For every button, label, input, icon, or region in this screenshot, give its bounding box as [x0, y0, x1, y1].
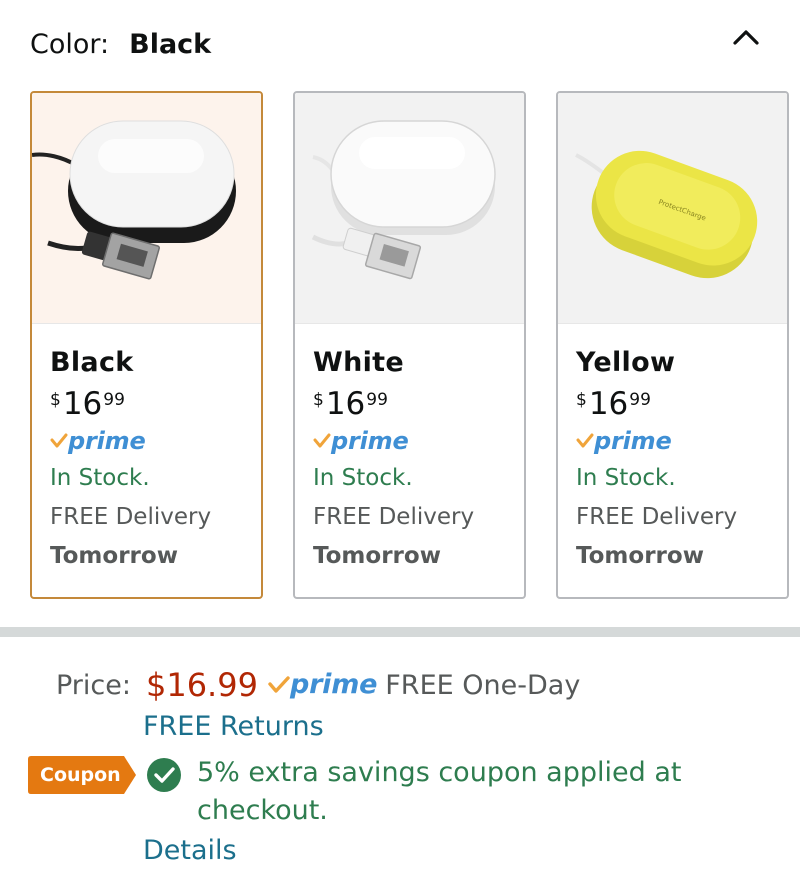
- prime-badge: prime: [268, 669, 378, 700]
- prime-check-icon: [268, 676, 290, 693]
- delivery-day: Tomorrow: [313, 543, 441, 569]
- price-fraction: 99: [103, 390, 125, 410]
- prime-check-icon: [576, 433, 594, 448]
- yellow-charger-image: ProtectCharge: [558, 93, 787, 324]
- prime-check-icon: [313, 433, 331, 448]
- price-row: Price: $16.99 prime FREE One-Day: [56, 660, 580, 710]
- price-currency: $: [576, 390, 587, 410]
- price-whole: 16: [588, 386, 629, 422]
- color-selector-header: Color: Black: [30, 22, 211, 66]
- swatch-price: $ 16 99: [576, 387, 787, 423]
- swatch-name: White: [313, 347, 404, 378]
- delivery-day: Tomorrow: [50, 543, 178, 569]
- prime-label: prime: [331, 427, 409, 455]
- delivery-label: FREE Delivery: [576, 504, 738, 530]
- stock-status: In Stock.: [50, 465, 150, 491]
- coupon-applied-text: 5% extra savings coupon applied at check…: [197, 757, 682, 826]
- price-fraction: 99: [366, 390, 388, 410]
- swatch-price: $ 16 99: [313, 387, 524, 423]
- swatch-black[interactable]: Black $ 16 99 prime In Stock. FREE Deliv…: [30, 91, 263, 599]
- delivery-label: FREE Delivery: [50, 504, 212, 530]
- chevron-up-icon: [733, 30, 759, 45]
- price-whole: 16: [62, 386, 103, 422]
- prime-label: prime: [594, 427, 672, 455]
- shipping-label: FREE One-Day: [385, 669, 581, 701]
- color-swatch-list: Black $ 16 99 prime In Stock. FREE Deliv…: [30, 91, 789, 599]
- stock-status: In Stock.: [313, 465, 413, 491]
- free-returns-link[interactable]: FREE Returns: [143, 709, 324, 745]
- selected-color-value: Black: [129, 28, 212, 60]
- swatch-white[interactable]: White $ 16 99 prime In Stock. FREE Deliv…: [293, 91, 526, 599]
- prime-badge: prime: [50, 426, 261, 456]
- prime-label: prime: [68, 427, 146, 455]
- swatch-name: Yellow: [576, 347, 676, 378]
- delivery-day: Tomorrow: [576, 543, 704, 569]
- swatch-yellow[interactable]: ProtectCharge Yellow $ 16 99 prime In St…: [556, 91, 789, 599]
- swatch-name: Black: [50, 347, 134, 378]
- coupon-badge-label: Coupon: [40, 764, 121, 786]
- section-divider: [0, 627, 800, 637]
- prime-label: prime: [289, 669, 378, 700]
- price-label: Price:: [56, 669, 131, 701]
- price-whole: 16: [325, 386, 366, 422]
- price-fraction: 99: [629, 390, 651, 410]
- white-charger-image: [295, 93, 524, 324]
- coupon-badge: Coupon: [28, 756, 136, 794]
- prime-check-icon: [50, 433, 68, 448]
- stock-status: In Stock.: [576, 465, 676, 491]
- price-currency: $: [50, 390, 61, 410]
- collapse-color-button[interactable]: [726, 22, 766, 52]
- coupon-details-link[interactable]: Details: [143, 833, 237, 869]
- swatch-price: $ 16 99: [50, 387, 261, 423]
- price-value: $16.99: [145, 666, 258, 704]
- prime-badge: prime: [576, 426, 787, 456]
- delivery-label: FREE Delivery: [313, 504, 475, 530]
- black-charger-image: [32, 93, 261, 324]
- price-currency: $: [313, 390, 324, 410]
- prime-badge: prime: [313, 426, 524, 456]
- check-circle-icon: [146, 757, 182, 793]
- color-label: Color:: [30, 28, 110, 60]
